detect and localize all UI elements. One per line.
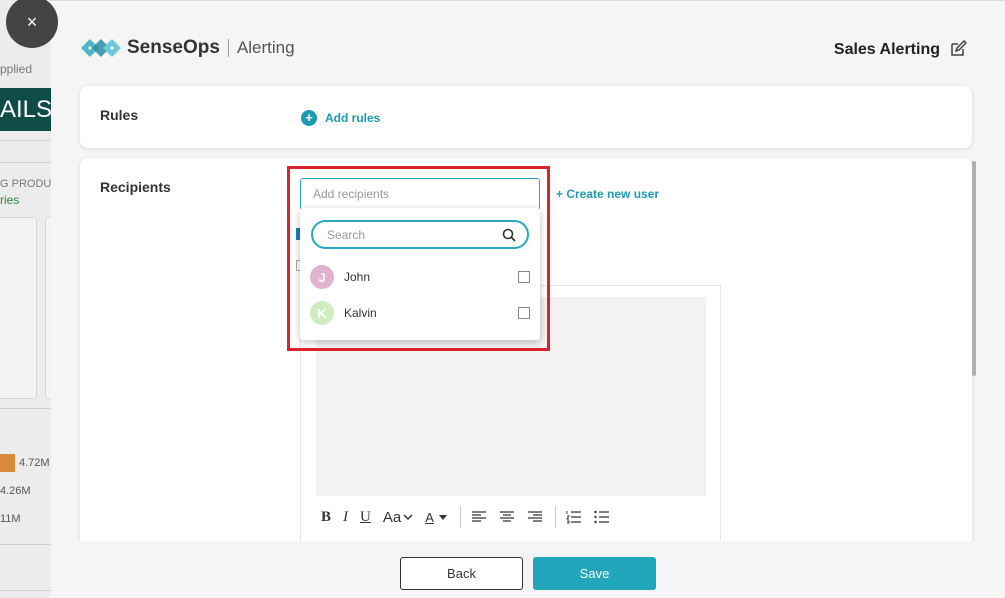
toolbar-divider — [459, 506, 461, 528]
toolbar-divider — [554, 506, 556, 528]
add-rules-label: Add rules — [325, 111, 381, 125]
bg-product-text: G PRODUC — [0, 178, 52, 190]
modal-footer: Back Save — [51, 541, 1005, 598]
bg-divider — [0, 162, 52, 163]
back-button[interactable]: Back — [400, 557, 523, 590]
underline-button[interactable]: U — [360, 509, 371, 526]
brand-name: SenseOps — [127, 37, 220, 58]
bg-value: 4.72M — [19, 457, 50, 469]
save-button[interactable]: Save — [533, 557, 656, 590]
bold-button[interactable]: B — [321, 509, 331, 526]
caret-down-icon — [438, 515, 447, 520]
scrollbar-thumb[interactable] — [972, 161, 976, 376]
bg-divider — [0, 140, 52, 141]
font-size-label: Aa — [382, 508, 402, 526]
align-right-icon[interactable] — [527, 510, 543, 524]
plus-circle-icon: + — [301, 110, 317, 126]
bg-value: 11M — [0, 513, 21, 525]
recipients-label: Recipients — [100, 179, 171, 195]
bg-card — [0, 217, 37, 399]
add-rules-button[interactable]: + Add rules — [301, 110, 380, 126]
brand-separator — [227, 39, 229, 57]
italic-button[interactable]: I — [343, 509, 348, 526]
background-app: pplied AILS G PRODUC ries 4.72M 4.26M 11… — [0, 0, 52, 598]
bg-bar — [0, 454, 15, 472]
editor-toolbar: B I U Aa A — [321, 506, 622, 528]
brand-product: Alerting — [236, 38, 295, 57]
create-new-user-link[interactable]: + Create new user — [556, 187, 659, 201]
edit-icon[interactable] — [949, 40, 967, 58]
rules-label: Rules — [100, 107, 139, 123]
font-color-label: A — [425, 509, 434, 525]
font-size-button[interactable]: Aa — [383, 509, 413, 526]
alert-title: Sales Alerting — [833, 41, 940, 58]
bg-divider — [0, 408, 52, 409]
align-left-icon[interactable] — [471, 510, 487, 524]
brand: SenseOps Alerting — [79, 35, 295, 61]
font-color-button[interactable]: A — [425, 510, 448, 525]
bg-banner: AILS — [0, 88, 52, 131]
bg-divider — [0, 544, 52, 545]
modal-scrollbar[interactable] — [972, 161, 978, 541]
align-center-icon[interactable] — [499, 510, 515, 524]
bullet-list-icon[interactable] — [594, 510, 610, 524]
senseops-logo-icon — [81, 39, 121, 57]
ordered-list-icon[interactable] — [566, 510, 582, 524]
bg-value: 4.26M — [0, 485, 31, 497]
highlight-box — [287, 166, 550, 351]
chevron-down-icon — [403, 514, 413, 521]
bg-divider — [0, 590, 52, 591]
rules-card: Rules + Add rules — [80, 86, 972, 148]
bg-series-text: ries — [0, 193, 20, 207]
bg-applied-text: pplied — [0, 62, 33, 76]
